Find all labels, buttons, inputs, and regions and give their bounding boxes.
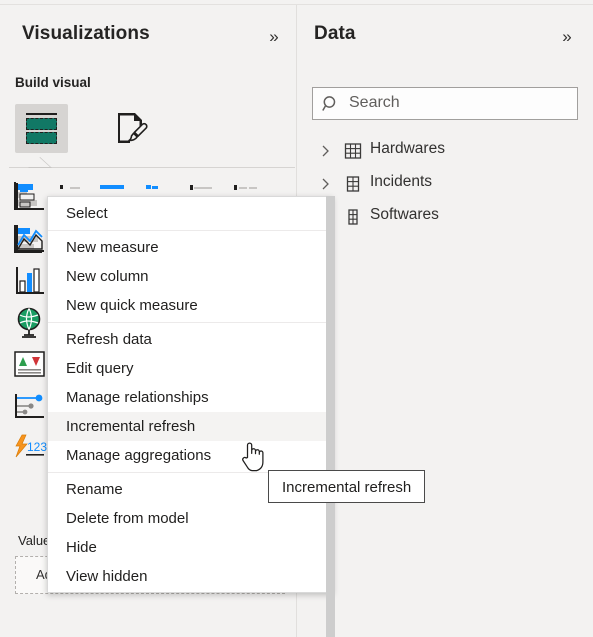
menu-item-view-hidden[interactable]: View hidden xyxy=(48,562,332,591)
build-visual-label: Build visual xyxy=(15,75,91,90)
chevron-right-icon[interactable] xyxy=(318,143,334,159)
table-icon xyxy=(348,209,358,225)
chevron-double-right-icon[interactable]: » xyxy=(555,27,579,51)
menu-item-new-measure[interactable]: New measure xyxy=(48,233,332,262)
search-placeholder: Search xyxy=(349,94,400,111)
menu-item-new-quick-measure[interactable]: New quick measure xyxy=(48,291,332,320)
tree-item-incidents[interactable]: Incidents xyxy=(312,168,587,201)
menu-separator xyxy=(48,230,332,231)
svg-text:123: 123 xyxy=(27,440,47,454)
pane-scrollbar[interactable] xyxy=(326,196,335,637)
paint-brush-page-icon xyxy=(118,113,148,143)
visual-gallery-left-column: 123 xyxy=(10,177,50,471)
menu-item-delete-from-model[interactable]: Delete from model xyxy=(48,504,332,533)
table-fields-icon xyxy=(25,113,58,144)
menu-item-select[interactable]: Select xyxy=(48,199,332,228)
data-pane: Data » Search Hardwares Incidents Softwa… xyxy=(300,5,593,637)
menu-item-incremental-refresh[interactable]: Incremental refresh xyxy=(48,412,332,441)
menu-item-new-column[interactable]: New column xyxy=(48,262,332,291)
power-bi-panes: Visualizations » Build visual 123 Values… xyxy=(0,0,593,637)
table-icon xyxy=(346,176,360,192)
quick-measure-123-icon[interactable]: 123 xyxy=(10,429,50,471)
tree-item-label: Incidents xyxy=(370,173,433,190)
menu-item-manage-relationships[interactable]: Manage relationships xyxy=(48,383,332,412)
selected-tab-caret xyxy=(28,157,50,167)
menu-item-edit-query[interactable]: Edit query xyxy=(48,354,332,383)
menu-item-manage-aggregations[interactable]: Manage aggregations xyxy=(48,441,332,470)
menu-separator xyxy=(48,322,332,323)
tree-item-label: Hardwares xyxy=(370,140,445,157)
build-visual-format-tab[interactable] xyxy=(104,104,157,153)
search-input[interactable]: Search xyxy=(312,87,578,120)
table-context-menu[interactable]: Select New measure New column New quick mea… xyxy=(47,196,333,593)
menu-item-hide[interactable]: Hide xyxy=(48,533,332,562)
build-visual-fields-tab[interactable] xyxy=(15,104,68,153)
data-pane-title: Data xyxy=(314,23,356,44)
tooltip: Incremental refresh xyxy=(268,470,426,503)
line-and-clustered-column-chart-icon[interactable] xyxy=(10,219,50,261)
kpi-icon[interactable] xyxy=(10,345,50,387)
search-icon xyxy=(322,96,336,111)
slicer-icon[interactable] xyxy=(10,387,50,429)
tree-item-softwares[interactable]: Softwares xyxy=(312,201,587,234)
stacked-bar-chart-icon[interactable] xyxy=(10,177,50,219)
chevron-double-right-icon[interactable]: » xyxy=(262,27,286,51)
chevron-right-icon[interactable] xyxy=(318,176,334,192)
table-icon xyxy=(344,143,362,159)
visualizations-pane-title: Visualizations xyxy=(22,23,150,44)
tree-item-hardwares[interactable]: Hardwares xyxy=(312,135,587,168)
data-tables-tree: Hardwares Incidents Softwares xyxy=(312,135,587,234)
menu-item-refresh-data[interactable]: Refresh data xyxy=(48,325,332,354)
tree-item-label: Softwares xyxy=(370,206,439,223)
map-globe-icon[interactable] xyxy=(10,303,50,345)
clustered-column-chart-icon[interactable] xyxy=(10,261,50,303)
